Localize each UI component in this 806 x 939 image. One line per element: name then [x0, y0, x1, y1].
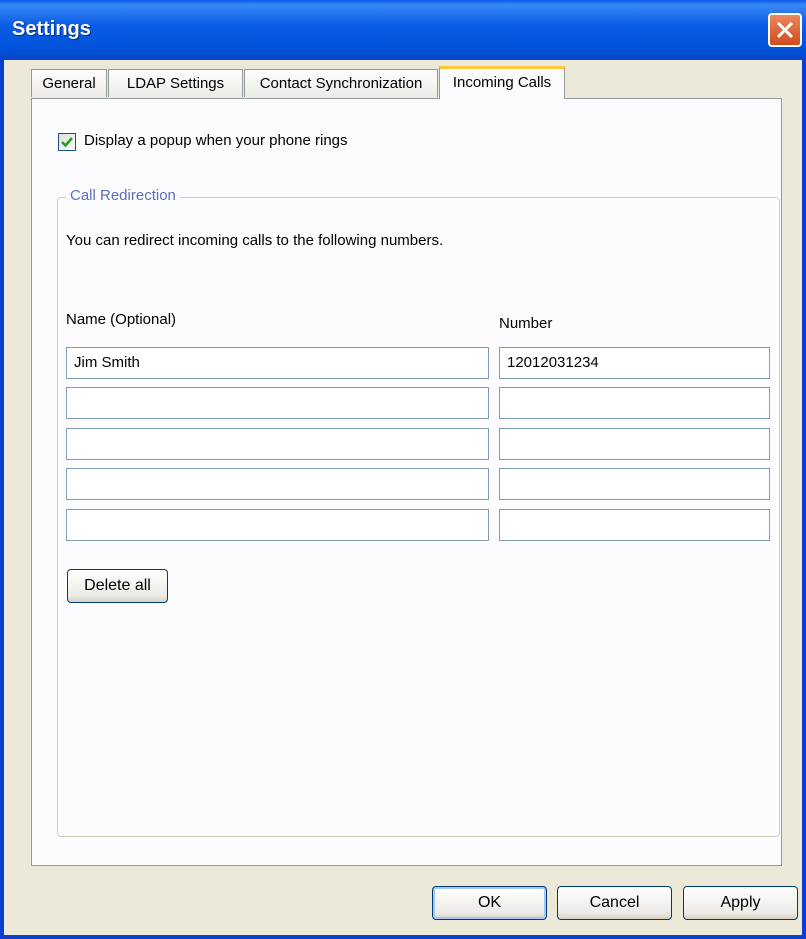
name-input-2[interactable] — [66, 387, 489, 419]
tab-incoming-calls[interactable]: Incoming Calls — [439, 66, 565, 99]
number-input-3[interactable] — [499, 428, 770, 460]
window-title: Settings — [12, 18, 91, 40]
title-bar[interactable]: Settings — [0, 0, 806, 60]
number-input-4[interactable] — [499, 468, 770, 500]
name-input-4[interactable] — [66, 468, 489, 500]
name-column-label: Name (Optional) — [66, 311, 177, 328]
ok-button[interactable]: OK — [432, 886, 547, 920]
settings-window: Settings General LDAP Settings Contact S… — [0, 0, 806, 939]
tab-general[interactable]: General — [31, 69, 107, 97]
close-button[interactable] — [768, 13, 802, 47]
checkmark-icon — [61, 137, 73, 148]
number-input-5[interactable] — [499, 509, 770, 541]
number-input-2[interactable] — [499, 387, 770, 419]
name-input-5[interactable] — [66, 509, 489, 541]
redirection-description: You can redirect incoming calls to the f… — [66, 232, 444, 249]
popup-checkbox-label[interactable]: Display a popup when your phone rings — [84, 132, 348, 149]
apply-button[interactable]: Apply — [683, 886, 798, 920]
tab-ldap-settings[interactable]: LDAP Settings — [108, 69, 243, 97]
number-input-1[interactable]: 12012031234 — [499, 347, 770, 379]
delete-all-button[interactable]: Delete all — [67, 569, 168, 603]
name-input-3[interactable] — [66, 428, 489, 460]
close-icon — [776, 21, 794, 39]
name-input-1[interactable]: Jim Smith — [66, 347, 489, 379]
tab-contact-synchronization[interactable]: Contact Synchronization — [244, 69, 438, 97]
cancel-button[interactable]: Cancel — [557, 886, 672, 920]
number-column-label: Number — [499, 315, 553, 332]
popup-checkbox[interactable] — [58, 133, 76, 151]
call-redirection-title: Call Redirection — [66, 187, 180, 204]
incoming-calls-panel: Display a popup when your phone rings Ca… — [31, 98, 782, 866]
